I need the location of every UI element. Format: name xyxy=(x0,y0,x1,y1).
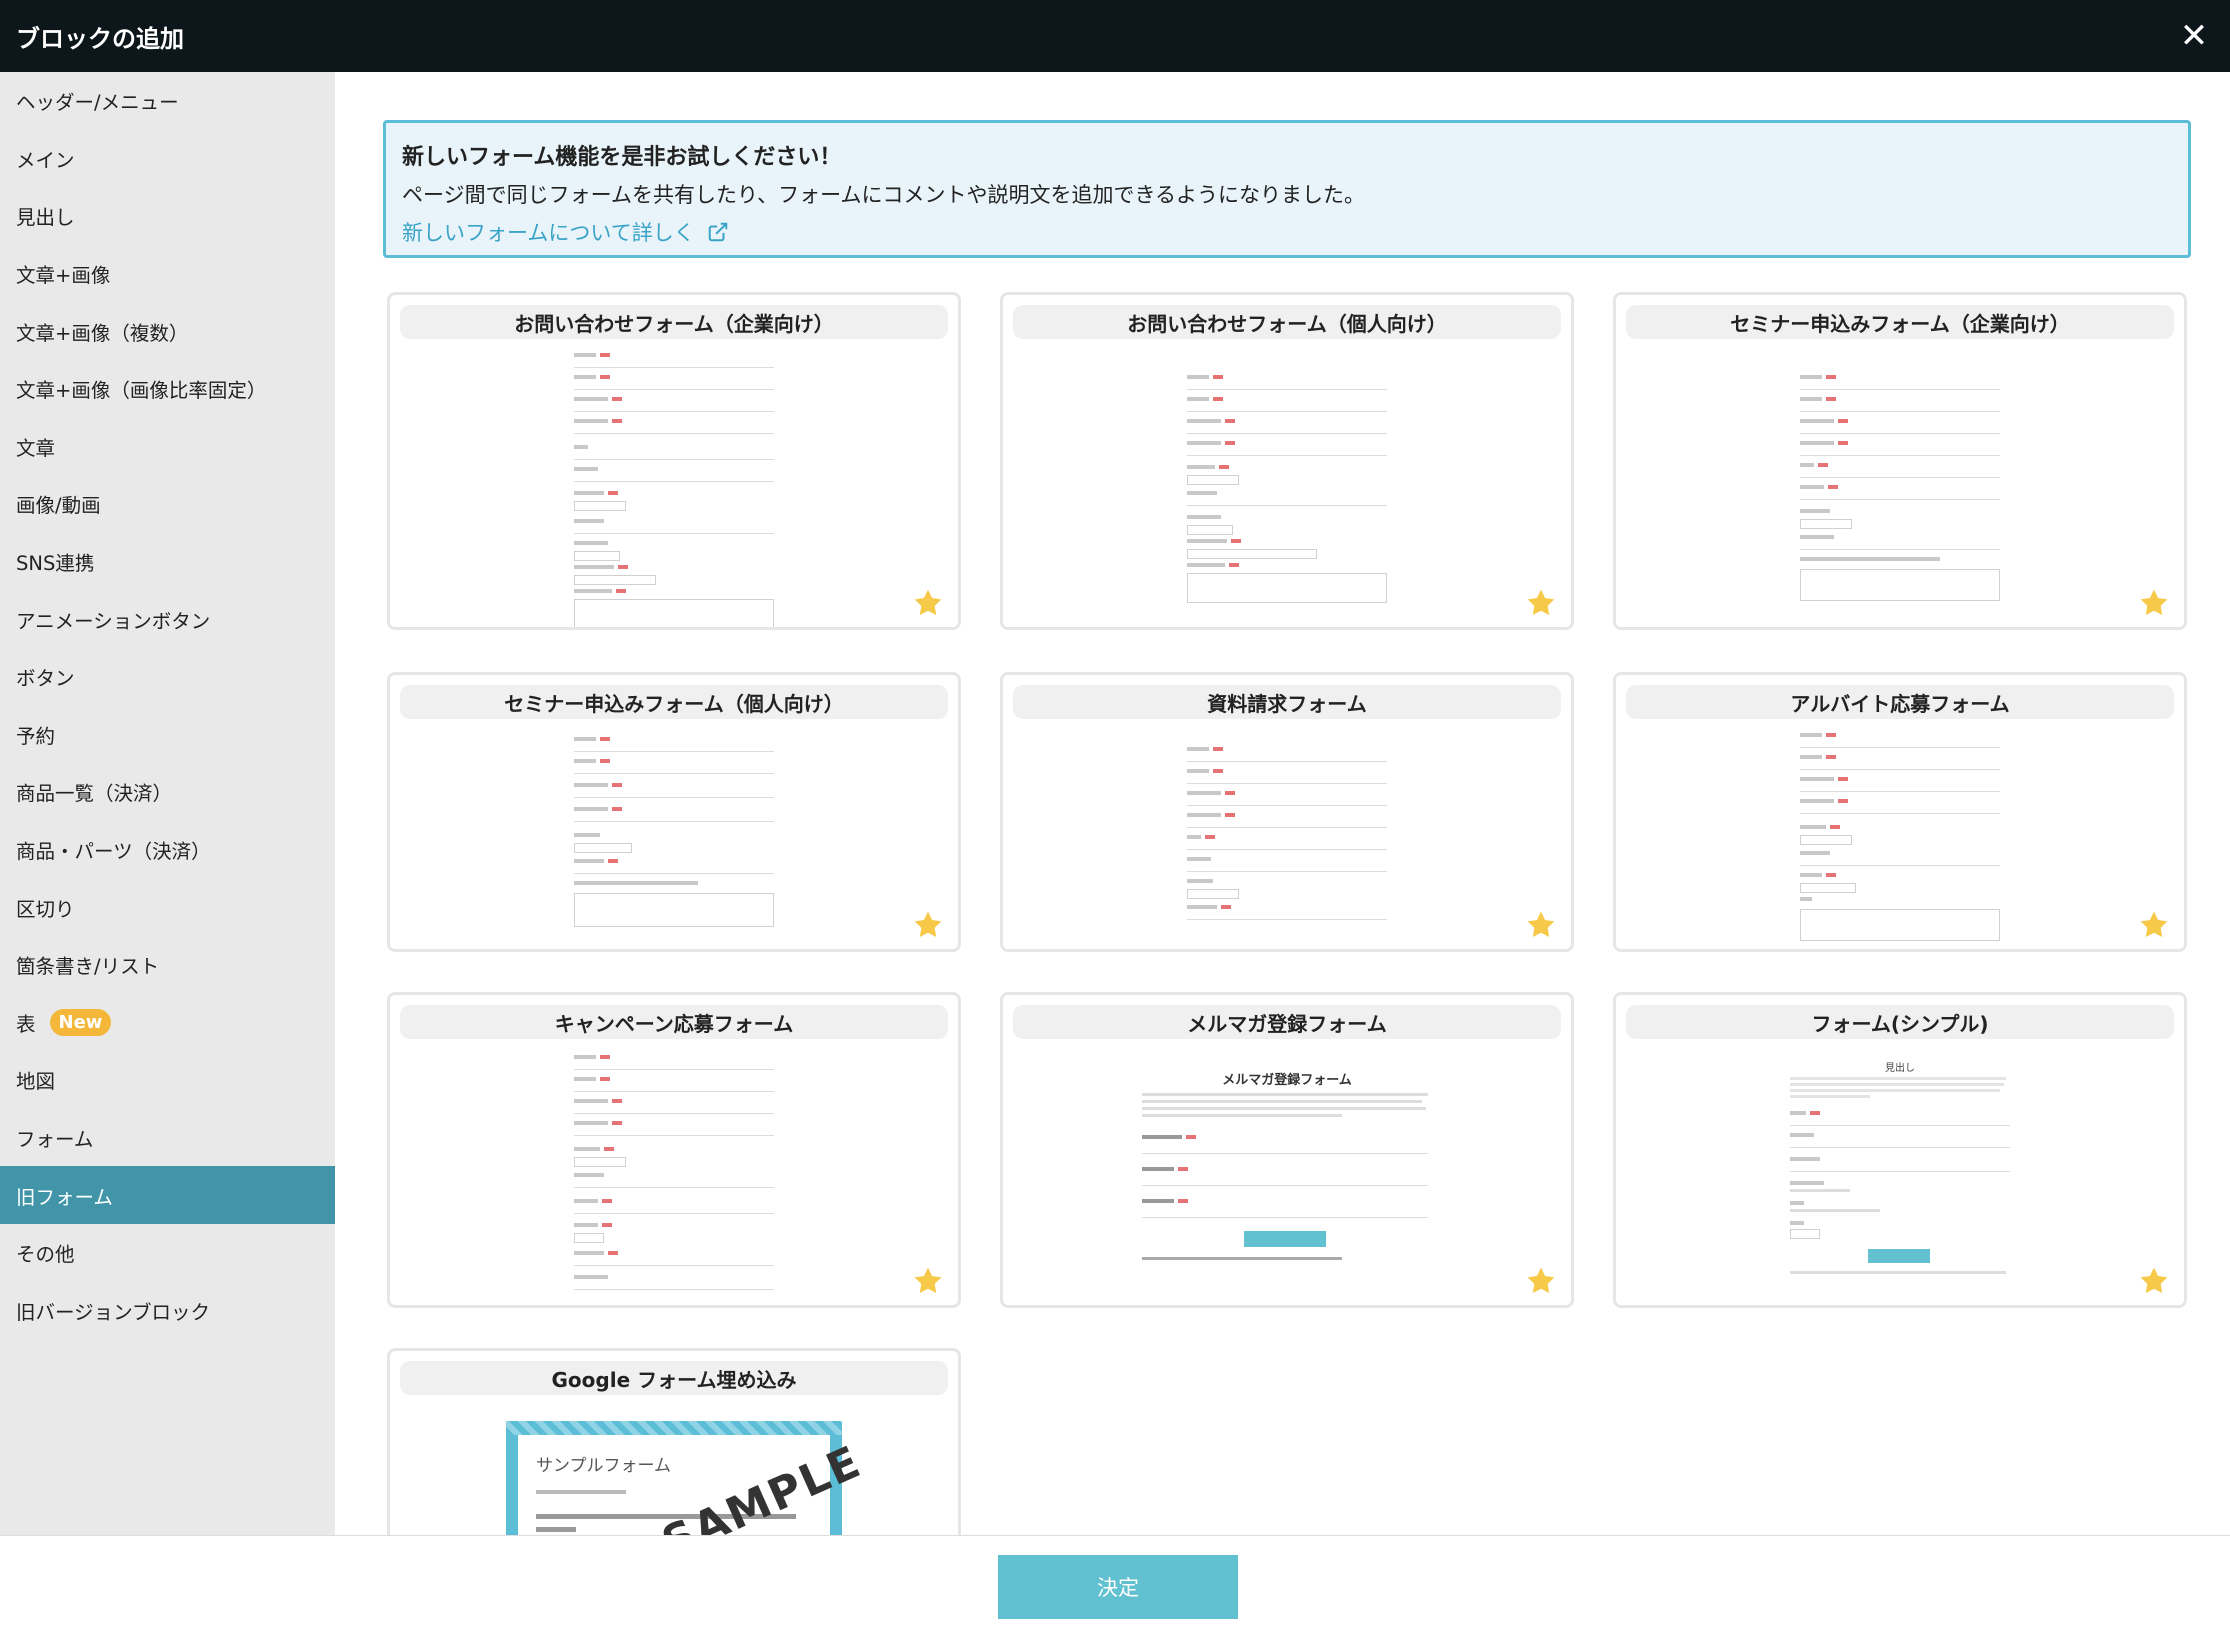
template-card-seminar-personal[interactable]: セミナー申込みフォーム（個人向け） xyxy=(387,672,961,952)
dialog-footer: 決定 xyxy=(0,1535,2230,1632)
sidebar-item-text-image-fixed[interactable]: 文章+画像（画像比率固定） xyxy=(0,360,335,418)
form-preview-thumbnail xyxy=(574,737,774,937)
preview-form-heading: 見出し xyxy=(1885,1063,1915,1074)
form-preview-thumbnail xyxy=(1187,375,1387,605)
sidebar-item-heading[interactable]: 見出し xyxy=(0,187,335,245)
category-sidebar: ヘッダー/メニュー メイン 見出し 文章+画像 文章+画像（複数） 文章+画像（… xyxy=(0,72,335,1535)
form-preview-thumbnail xyxy=(574,353,774,627)
sidebar-item-text-image[interactable]: 文章+画像 xyxy=(0,245,335,303)
sidebar-item-list[interactable]: 箇条書き/リスト xyxy=(0,936,335,994)
sidebar-item-product-parts[interactable]: 商品・パーツ（決済） xyxy=(0,821,335,879)
dialog-title: ブロックの追加 xyxy=(16,24,184,53)
external-link-icon xyxy=(708,222,728,242)
preview-form-title: メルマガ登録フォーム xyxy=(1222,1073,1352,1088)
form-preview-thumbnail: 見出し xyxy=(1790,1059,2010,1289)
card-title: Google フォーム埋め込み xyxy=(400,1361,948,1395)
sidebar-item-table[interactable]: 表 New xyxy=(0,994,335,1052)
star-icon xyxy=(914,589,942,616)
dialog-titlebar: ブロックの追加 ✕ xyxy=(0,0,2230,72)
form-preview-thumbnail xyxy=(574,1055,774,1295)
template-card-document-request[interactable]: 資料請求フォーム xyxy=(1000,672,1574,952)
sidebar-item-map[interactable]: 地図 xyxy=(0,1051,335,1109)
sidebar-item-image-video[interactable]: 画像/動画 xyxy=(0,475,335,533)
sidebar-item-main[interactable]: メイン xyxy=(0,130,335,188)
sidebar-item-legacy-blocks[interactable]: 旧バージョンブロック xyxy=(0,1281,335,1339)
star-icon xyxy=(2140,911,2168,938)
template-card-campaign-application[interactable]: キャンペーン応募フォーム xyxy=(387,992,961,1308)
card-title: セミナー申込みフォーム（個人向け） xyxy=(400,685,948,719)
sidebar-item-reservation[interactable]: 予約 xyxy=(0,706,335,764)
new-form-notice: 新しいフォーム機能を是非お試しください！ ページ間で同じフォームを共有したり、フ… xyxy=(383,120,2191,258)
notice-title: 新しいフォーム機能を是非お試しください！ xyxy=(402,145,842,170)
star-icon xyxy=(914,911,942,938)
card-title: お問い合わせフォーム（個人向け） xyxy=(1013,305,1561,339)
notice-link[interactable]: 新しいフォームについて詳しく xyxy=(402,217,729,247)
star-icon xyxy=(1527,1267,1555,1294)
form-preview-thumbnail: メルマガ登録フォーム xyxy=(1142,1069,1432,1289)
block-gallery: 新しいフォーム機能を是非お試しください！ ページ間で同じフォームを共有したり、フ… xyxy=(335,72,2230,1535)
star-icon xyxy=(914,1267,942,1294)
sidebar-item-product-list[interactable]: 商品一覧（決済） xyxy=(0,763,335,821)
star-icon xyxy=(2140,1267,2168,1294)
sidebar-item-text[interactable]: 文章 xyxy=(0,418,335,476)
sidebar-item-other[interactable]: その他 xyxy=(0,1224,335,1282)
form-preview-thumbnail xyxy=(1800,733,2000,943)
sidebar-item-divider[interactable]: 区切り xyxy=(0,878,335,936)
template-card-contact-corporate[interactable]: お問い合わせフォーム（企業向け） xyxy=(387,292,961,630)
confirm-button[interactable]: 決定 xyxy=(998,1555,1238,1619)
template-card-simple-form[interactable]: フォーム(シンプル) 見出し xyxy=(1613,992,2187,1308)
card-title: アルバイト応募フォーム xyxy=(1626,685,2174,719)
card-title: セミナー申込みフォーム（企業向け） xyxy=(1626,305,2174,339)
notice-body: ページ間で同じフォームを共有したり、フォームにコメントや説明文を追加できるように… xyxy=(402,183,1366,207)
template-card-contact-personal[interactable]: お問い合わせフォーム（個人向け） xyxy=(1000,292,1574,630)
sidebar-item-legacy-form[interactable]: 旧フォーム xyxy=(0,1166,335,1224)
template-card-seminar-corporate[interactable]: セミナー申込みフォーム（企業向け） xyxy=(1613,292,2187,630)
sidebar-item-animation-button[interactable]: アニメーションボタン xyxy=(0,590,335,648)
card-title: 資料請求フォーム xyxy=(1013,685,1561,719)
sidebar-item-text-image-multi[interactable]: 文章+画像（複数） xyxy=(0,302,335,360)
star-icon xyxy=(1527,589,1555,616)
new-badge: New xyxy=(49,1008,112,1036)
card-title: キャンペーン応募フォーム xyxy=(400,1005,948,1039)
form-preview-thumbnail xyxy=(1800,375,2000,605)
google-form-preview: サンプルフォーム SAMPLE xyxy=(506,1421,869,1535)
card-title: お問い合わせフォーム（企業向け） xyxy=(400,305,948,339)
sidebar-item-header-menu[interactable]: ヘッダー/メニュー xyxy=(0,72,335,130)
star-icon xyxy=(1527,911,1555,938)
form-preview-thumbnail xyxy=(1187,747,1387,947)
sidebar-item-button[interactable]: ボタン xyxy=(0,648,335,706)
template-card-newsletter-signup[interactable]: メルマガ登録フォーム メルマガ登録フォーム xyxy=(1000,992,1574,1308)
template-card-google-form-embed[interactable]: Google フォーム埋め込み サンプルフォーム SAMPLE xyxy=(387,1348,961,1535)
template-card-part-time-application[interactable]: アルバイト応募フォーム xyxy=(1613,672,2187,952)
close-icon[interactable]: ✕ xyxy=(2174,16,2214,56)
star-icon xyxy=(2140,589,2168,616)
card-title: フォーム(シンプル) xyxy=(1626,1005,2174,1039)
sidebar-item-form[interactable]: フォーム xyxy=(0,1109,335,1167)
sidebar-item-sns[interactable]: SNS連携 xyxy=(0,533,335,591)
card-title: メルマガ登録フォーム xyxy=(1013,1005,1561,1039)
